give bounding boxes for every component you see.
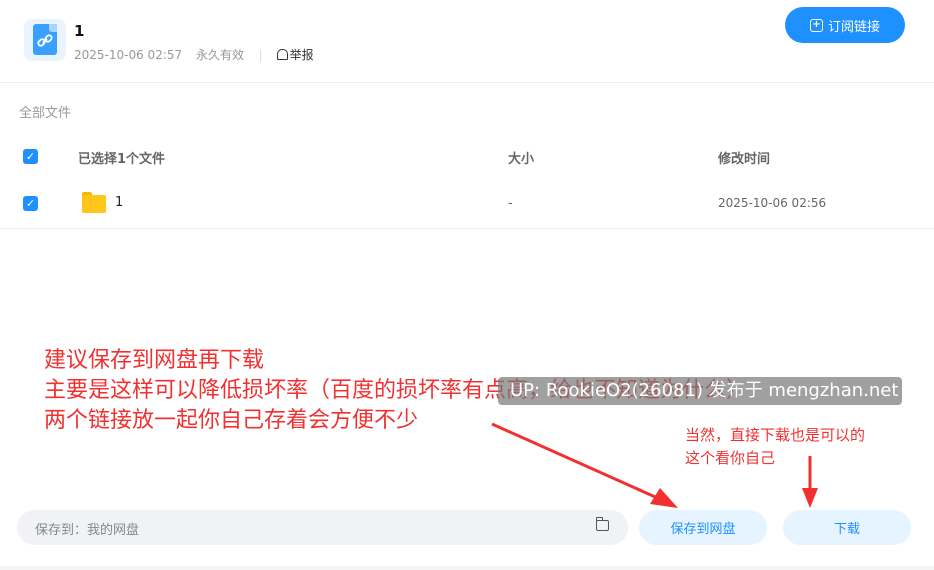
arrow-to-save	[491, 422, 663, 502]
save-to-disk-button[interactable]: 保存到网盘	[639, 510, 767, 545]
arrow-to-download-head	[802, 488, 818, 508]
save-path-label: 保存到：我的网盘	[35, 523, 140, 538]
bottom-edge	[0, 566, 934, 570]
folder-icon[interactable]	[596, 517, 609, 531]
arrow-to-save-head	[650, 488, 678, 508]
download-button[interactable]: 下载	[783, 510, 911, 545]
save-path-field[interactable]: 保存到：我的网盘	[17, 510, 628, 545]
annotation-arrows	[491, 422, 818, 508]
